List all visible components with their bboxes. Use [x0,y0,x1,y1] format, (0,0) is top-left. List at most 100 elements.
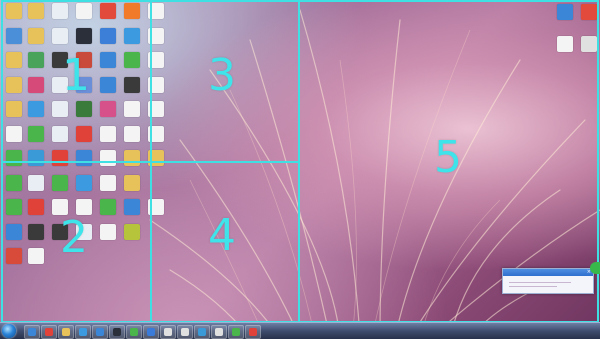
app-icon[interactable] [71,150,97,166]
ie-icon[interactable] [71,174,97,191]
taskbar-media-icon[interactable] [24,325,40,339]
folder-icon-glyph [124,174,140,191]
start-orb-icon[interactable] [2,324,16,338]
folder-icon-glyph [6,101,22,117]
app-icon[interactable] [95,101,121,117]
gear-icon-glyph [100,76,116,93]
app-icon[interactable] [95,27,121,44]
app-icon-glyph [76,101,92,117]
document-icon[interactable] [143,3,169,19]
app-icon-glyph [100,101,116,117]
document-icon[interactable] [119,101,145,117]
app-icon[interactable] [95,3,121,19]
taskbar-app-icon[interactable] [126,325,142,339]
folder-icon[interactable] [119,174,145,191]
app-icon[interactable] [119,76,145,93]
document-icon-glyph [52,3,68,19]
taskbar-app-icon[interactable] [228,325,244,339]
app-icon-glyph [28,125,44,142]
app-icon-glyph [124,3,140,19]
taskbar-app-icon[interactable] [75,325,91,339]
document-icon[interactable] [23,248,49,264]
region-label-1: 1 [62,50,90,101]
gear-icon[interactable] [95,76,121,93]
taskbar-app-icon[interactable] [160,325,176,339]
document-icon[interactable] [143,199,169,215]
app-icon[interactable] [71,125,97,142]
ie-icon-glyph [76,174,92,191]
taskbar-browser-icon[interactable] [41,325,57,339]
app-icon-glyph [28,199,44,215]
region-border-mid [1,161,300,163]
folder-icon[interactable] [119,150,145,166]
document-icon-glyph [100,174,116,191]
notification-line [509,282,571,283]
document-icon[interactable] [143,125,169,142]
app-icon[interactable] [23,150,49,166]
document-icon[interactable] [47,101,73,117]
app-icon-glyph [28,76,44,93]
app-icon[interactable] [119,52,145,68]
app-icon-glyph [581,4,597,20]
app-icon[interactable] [23,76,49,93]
spreadsheet-icon[interactable] [95,223,121,240]
app-icon[interactable] [71,101,97,117]
ie-icon[interactable] [23,101,49,117]
app-icon[interactable] [119,199,145,215]
spreadsheet-icon-glyph [6,125,22,142]
app-icon[interactable] [95,52,121,68]
notification-line [509,286,557,287]
app-icon[interactable] [119,3,145,19]
app-icon[interactable] [23,223,49,240]
app-icon[interactable] [119,223,145,240]
app-icon[interactable] [119,27,145,44]
document-icon[interactable] [47,27,73,44]
document-icon[interactable] [119,125,145,142]
app-icon[interactable] [23,125,49,142]
document-icon[interactable] [23,174,49,191]
app-icon[interactable] [47,150,73,166]
taskbar-app-icon[interactable] [245,325,261,339]
folder-icon[interactable] [23,3,49,19]
app-icon [215,328,223,336]
document-icon[interactable] [143,27,169,44]
document-icon[interactable] [552,36,578,52]
spreadsheet-icon[interactable] [71,3,97,19]
document-icon-glyph [100,150,116,166]
app-icon[interactable] [71,27,97,44]
taskbar-app-icon[interactable] [143,325,159,339]
side-widget-icon[interactable] [590,262,600,274]
app-icon [249,328,257,336]
app-icon-glyph [6,199,22,215]
document-icon[interactable] [95,150,121,166]
notification-header [503,269,593,276]
app-icon[interactable] [95,199,121,215]
app-icon-glyph [28,52,44,68]
document-icon[interactable] [143,76,169,93]
folder-icon[interactable] [23,27,49,44]
app-icon[interactable] [23,199,49,215]
app-icon-glyph [76,27,92,44]
app-icon[interactable] [47,174,73,191]
document-icon[interactable] [47,3,73,19]
folder-icon[interactable] [143,150,169,166]
app-icon-glyph [124,27,140,44]
app-icon[interactable] [23,52,49,68]
app-icon-glyph [124,76,140,93]
notification-popup[interactable]: × [502,268,594,294]
taskbar-app-icon[interactable] [177,325,193,339]
document-icon-glyph [28,174,44,191]
taskbar-app-icon[interactable] [109,325,125,339]
app-icon[interactable] [552,4,578,20]
taskbar-app-icon[interactable] [194,325,210,339]
app-icon-glyph [100,3,116,19]
taskbar-app-icon[interactable] [211,325,227,339]
document-icon[interactable] [143,52,169,68]
app-icon [79,328,87,336]
document-icon[interactable] [95,174,121,191]
document-icon[interactable] [95,125,121,142]
document-icon[interactable] [143,101,169,117]
taskbar-app-icon[interactable] [92,325,108,339]
document-icon[interactable] [47,125,73,142]
taskbar-folder-icon[interactable] [58,325,74,339]
